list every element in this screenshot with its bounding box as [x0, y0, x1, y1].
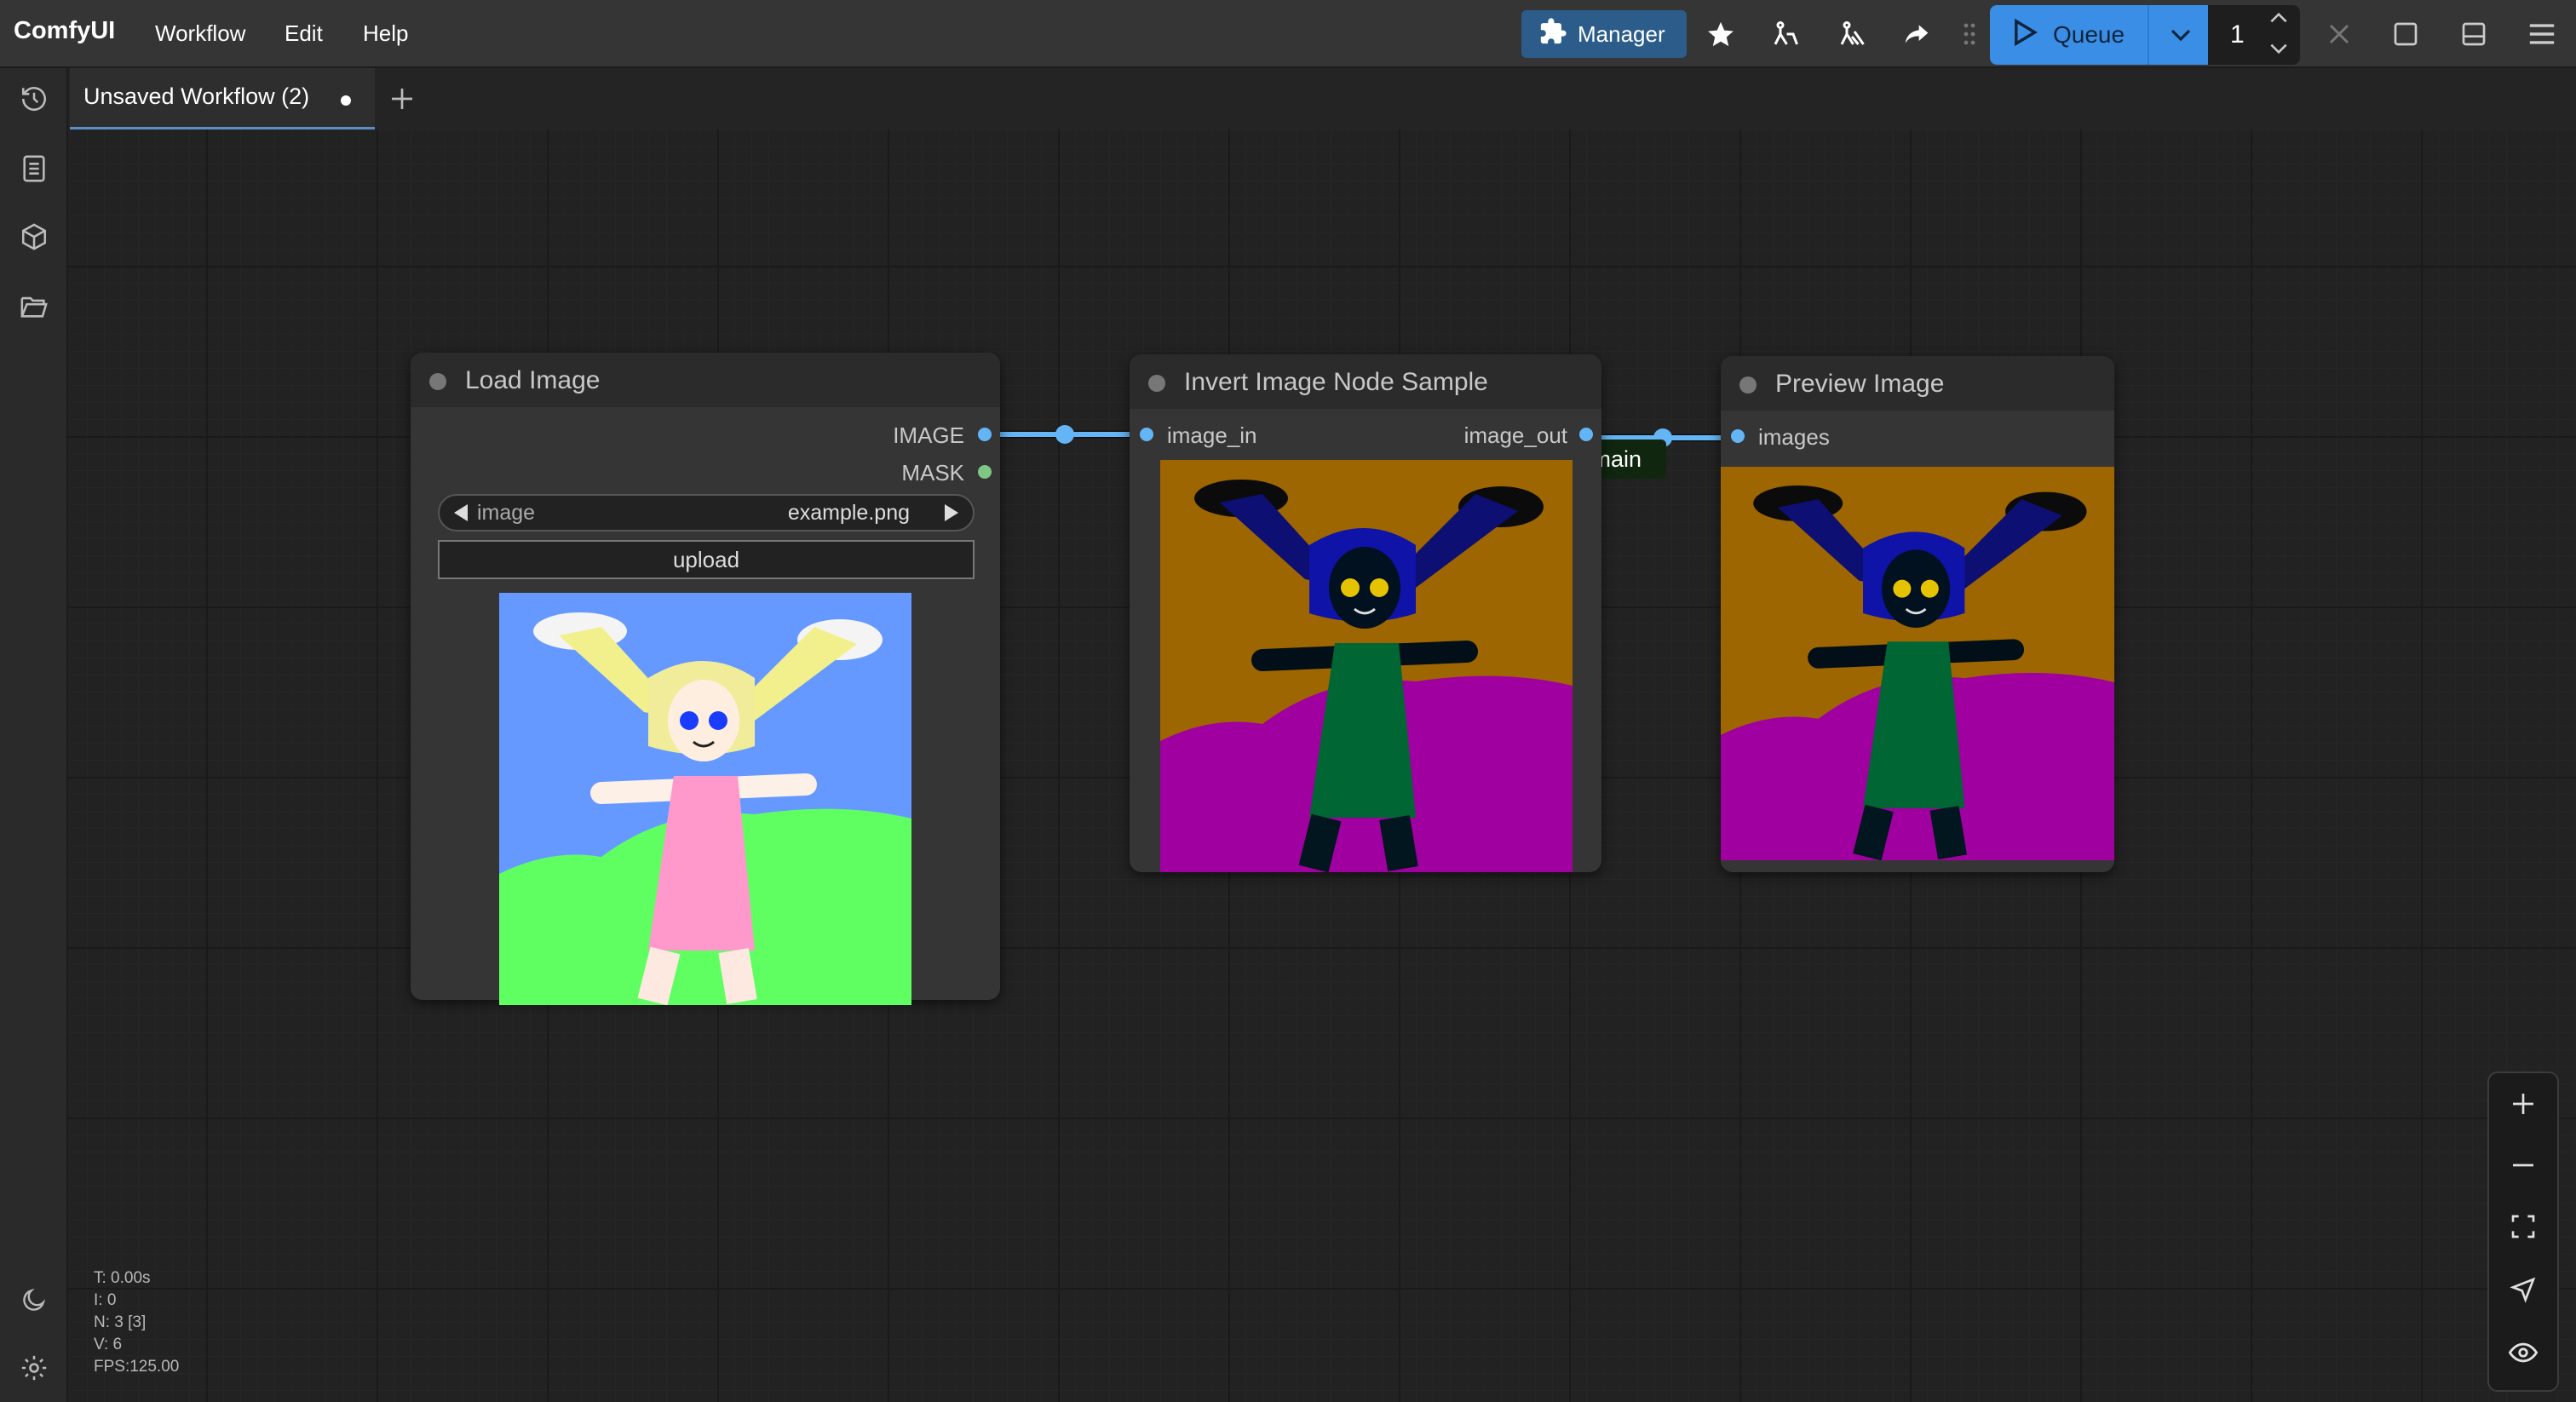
input-image-in-slot[interactable] [1140, 428, 1153, 441]
stat-v: V: 6 [94, 1336, 123, 1353]
output-image-out-slot[interactable] [1579, 428, 1593, 441]
node-model-icon[interactable] [1765, 10, 1806, 58]
focus-mode-icon[interactable] [2385, 10, 2426, 58]
queue-count-input[interactable]: 1 [2230, 20, 2245, 49]
node-title: Preview Image [1775, 370, 1945, 398]
folder-open-icon[interactable] [15, 288, 53, 325]
output-mask-label: MASK [901, 460, 964, 486]
play-icon [2012, 18, 2038, 52]
input-image-in-label: image_in [1167, 422, 1257, 448]
tab-label: Unsaved Workflow (2) [83, 83, 310, 109]
node-title: Invert Image Node Sample [1184, 368, 1488, 396]
canvas-zoom-controls [2487, 1072, 2559, 1392]
zoom-out-icon[interactable] [2504, 1146, 2542, 1184]
collapse-dot-icon[interactable] [1148, 375, 1165, 392]
node-header[interactable]: Invert Image Node Sample [1130, 354, 1601, 409]
node-preview-image[interactable]: Preview Image images [1721, 356, 2114, 872]
render-stats: T: 0.00s I: 0 N: 3 [3] V: 6 FPS:125.00 [94, 1267, 179, 1378]
queue-label: Queue [2053, 21, 2125, 48]
drag-handle-icon[interactable] [1959, 10, 1980, 58]
menu-edit[interactable]: Edit [285, 20, 323, 47]
share-icon[interactable] [1896, 10, 1937, 58]
preview-image-output [1721, 467, 2114, 860]
graph-canvas[interactable]: comfyui-invert-image-main Load Image IMA… [68, 129, 2576, 1402]
inverted-image-preview [1160, 460, 1573, 872]
top-menubar: ComfyUI Workflow Edit Help Manager Queue [0, 0, 2576, 68]
menu-help[interactable]: Help [363, 20, 408, 47]
add-tab-icon[interactable] [388, 85, 416, 117]
arrow-left-icon[interactable] [451, 503, 470, 527]
increment-icon[interactable] [2268, 9, 2290, 32]
moon-icon[interactable] [15, 1281, 53, 1319]
app-brand: ComfyUI [14, 17, 116, 44]
queue-control: Queue 1 [1990, 5, 2300, 65]
puzzle-icon [1538, 17, 1567, 52]
input-images-slot[interactable] [1731, 429, 1745, 443]
stat-fps: FPS:125.00 [94, 1358, 180, 1376]
queue-separator [2148, 5, 2149, 65]
close-icon[interactable] [2319, 10, 2360, 58]
input-image-preview [499, 593, 911, 1005]
output-mask-slot[interactable] [978, 465, 992, 479]
input-images-label: images [1758, 424, 1830, 450]
zoom-in-icon[interactable] [2504, 1085, 2542, 1123]
node-title: Load Image [465, 366, 601, 394]
output-image-slot[interactable] [978, 428, 992, 441]
bottom-panel-icon[interactable] [2453, 10, 2494, 58]
node-header[interactable]: Load Image [411, 353, 1000, 407]
node-library-icon[interactable] [15, 150, 53, 187]
queue-button[interactable]: Queue [1990, 5, 2208, 65]
hamburger-menu-icon[interactable] [2521, 10, 2562, 58]
image-combo-widget[interactable]: image example.png [438, 494, 975, 531]
menu-workflow[interactable]: Workflow [155, 20, 245, 47]
node-header[interactable]: Preview Image [1721, 356, 2114, 411]
fit-view-icon[interactable] [2504, 1208, 2542, 1245]
collapse-dot-icon[interactable] [1739, 376, 1757, 394]
stat-nodes: N: 3 [3] [94, 1313, 147, 1331]
select-mode-icon[interactable] [2504, 1271, 2542, 1308]
node-invert-image[interactable]: Invert Image Node Sample image_in image_… [1130, 354, 1601, 872]
output-image-label: IMAGE [893, 422, 964, 448]
workflow-tabbar: Unsaved Workflow (2) [68, 68, 2576, 129]
combo-value: example.png [787, 501, 910, 525]
unsaved-dot-icon [341, 95, 351, 106]
upload-button[interactable]: upload [438, 540, 975, 579]
manager-label: Manager [1578, 20, 1665, 47]
output-image-out-label: image_out [1463, 422, 1567, 448]
toggle-links-eye-icon[interactable] [2504, 1334, 2542, 1371]
stat-time: T: 0.00s [94, 1269, 151, 1287]
sidebar [0, 68, 68, 1402]
tab-workflow[interactable]: Unsaved Workflow (2) [70, 68, 375, 129]
node-model-alt-icon[interactable] [1831, 10, 1872, 58]
manager-button[interactable]: Manager [1521, 10, 1687, 58]
node-load-image[interactable]: Load Image IMAGE MASK image example.png … [411, 353, 1000, 1005]
combo-name: image [477, 501, 536, 525]
history-icon[interactable] [15, 80, 53, 118]
chevron-down-icon[interactable] [2167, 22, 2194, 54]
star-icon[interactable] [1700, 10, 1741, 58]
arrow-right-icon[interactable] [942, 503, 961, 527]
stat-i: I: 0 [94, 1291, 117, 1309]
collapse-dot-icon[interactable] [429, 373, 446, 390]
link-midpoint [1055, 425, 1074, 444]
gear-icon[interactable] [15, 1349, 53, 1387]
model-library-icon[interactable] [15, 218, 53, 256]
decrement-icon[interactable] [2268, 39, 2290, 62]
